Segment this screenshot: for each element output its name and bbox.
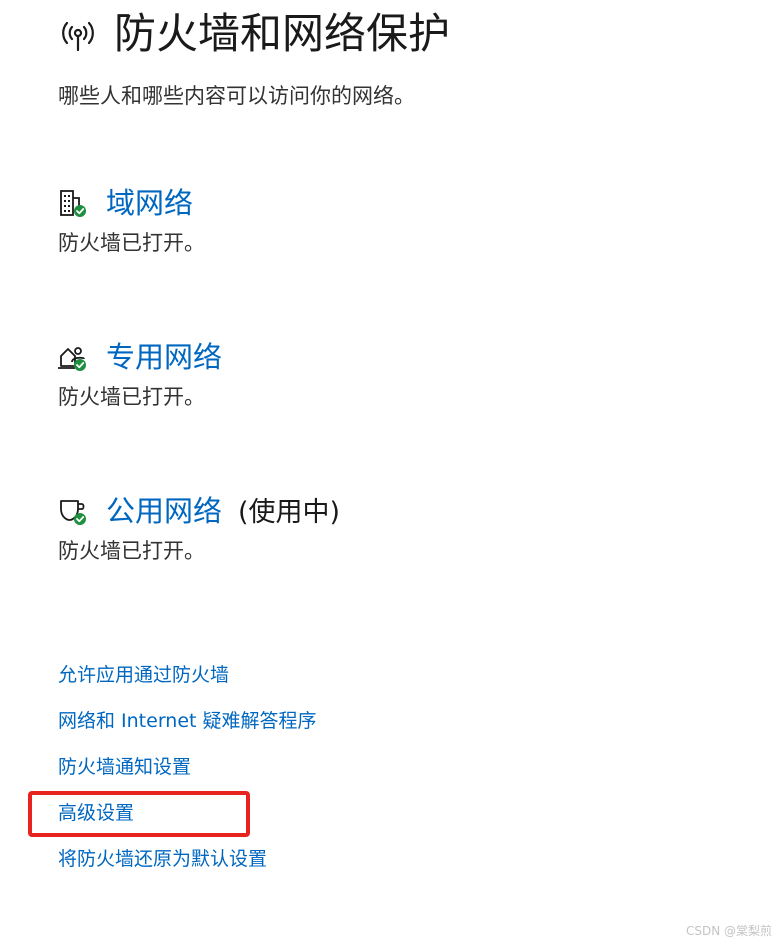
domain-network-icon [60,190,86,217]
page-subtitle: 哪些人和哪些内容可以访问你的网络。 [58,84,415,108]
network-name-public: 公用网络 [106,494,223,528]
network-title-public[interactable]: 公用网络 (使用中) [106,492,340,532]
network-name-domain: 域网络 [106,186,194,220]
wireless-antenna-icon [62,21,94,52]
network-section-private: 专用网络 防火墙已打开。 [58,338,758,409]
network-status-domain: 防火墙已打开。 [58,231,205,255]
network-title-private[interactable]: 专用网络 [106,338,238,378]
network-title-domain[interactable]: 域网络 [106,184,209,224]
settings-links: 允许应用通过防火墙 网络和 Internet 疑难解答程序 防火墙通知设置 高级… [58,660,317,874]
network-section-public: 公用网络 (使用中) 防火墙已打开。 [58,492,758,563]
watermark: CSDN @棠梨煎 [685,924,772,938]
network-status-private: 防火墙已打开。 [58,385,205,409]
public-network-icon [60,500,86,525]
allow-app-through-firewall-link[interactable]: 允许应用通过防火墙 [58,660,317,690]
network-active-label-public: (使用中) [238,497,341,528]
page-title: 防火墙和网络保护 [114,9,451,58]
network-section-domain: 域网络 防火墙已打开。 [58,184,758,255]
firewall-notification-settings-link[interactable]: 防火墙通知设置 [58,752,317,782]
restore-firewall-defaults-link[interactable]: 将防火墙还原为默认设置 [58,844,317,874]
network-troubleshooter-link[interactable]: 网络和 Internet 疑难解答程序 [58,706,317,736]
private-network-icon [58,347,86,371]
network-name-private: 专用网络 [106,340,223,374]
highlight-box [28,791,250,837]
network-status-public: 防火墙已打开。 [58,539,205,563]
